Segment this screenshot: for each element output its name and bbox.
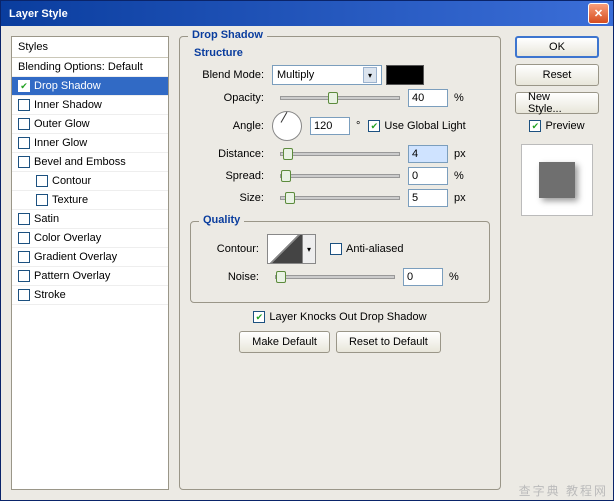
noise-label: Noise: [201, 271, 267, 283]
checkbox-icon[interactable] [18, 118, 30, 130]
angle-unit: ° [356, 120, 360, 132]
quality-fieldset: Quality Contour: ▾ Anti-aliased [190, 221, 490, 303]
preview-swatch [539, 162, 575, 198]
sidebar-item-color-overlay[interactable]: Color Overlay [12, 229, 168, 248]
styles-sidebar: Styles Blending Options: Default ✔ Drop … [11, 36, 169, 490]
shadow-color-swatch[interactable] [386, 65, 424, 85]
global-light-checkbox[interactable]: ✔ Use Global Light [368, 120, 465, 132]
sidebar-item-outer-glow[interactable]: Outer Glow [12, 115, 168, 134]
close-button[interactable]: ✕ [588, 3, 609, 24]
checkbox-icon[interactable] [18, 270, 30, 282]
noise-slider[interactable] [275, 275, 395, 279]
checkbox-icon[interactable] [18, 232, 30, 244]
knockout-row: ✔ Layer Knocks Out Drop Shadow [190, 311, 490, 323]
sidebar-item-gradient-overlay[interactable]: Gradient Overlay [12, 248, 168, 267]
layer-style-window: Layer Style ✕ Styles Blending Options: D… [0, 0, 614, 501]
make-default-button[interactable]: Make Default [239, 331, 330, 353]
sidebar-item-bevel-emboss[interactable]: Bevel and Emboss [12, 153, 168, 172]
main-panel: Drop Shadow Structure Blend Mode: Multip… [179, 36, 501, 490]
checkbox-icon[interactable] [18, 137, 30, 149]
angle-label: Angle: [190, 120, 272, 132]
new-style-button[interactable]: New Style... [515, 92, 599, 114]
angle-dial[interactable] [272, 111, 302, 141]
checkbox-icon[interactable] [18, 156, 30, 168]
distance-unit: px [454, 148, 466, 160]
distance-row: Distance: 4 px [190, 145, 490, 163]
size-unit: px [454, 192, 466, 204]
checkbox-icon[interactable] [36, 194, 48, 206]
checkbox-icon[interactable] [18, 213, 30, 225]
sidebar-header[interactable]: Styles [12, 37, 168, 58]
reset-button[interactable]: Reset [515, 64, 599, 86]
sidebar-item-contour[interactable]: Contour [12, 172, 168, 191]
checkbox-icon: ✔ [368, 120, 380, 132]
distance-input[interactable]: 4 [408, 145, 448, 163]
main-legend: Drop Shadow [188, 29, 267, 41]
checkbox-icon[interactable] [18, 251, 30, 263]
spread-row: Spread: 0 % [190, 167, 490, 185]
knockout-checkbox[interactable]: ✔ Layer Knocks Out Drop Shadow [253, 311, 426, 323]
opacity-unit: % [454, 92, 464, 104]
noise-row: Noise: 0 % [201, 268, 479, 286]
ok-button[interactable]: OK [515, 36, 599, 58]
window-title: Layer Style [5, 8, 588, 20]
distance-slider[interactable] [280, 152, 400, 156]
opacity-row: Opacity: 40 % [190, 89, 490, 107]
size-input[interactable]: 5 [408, 189, 448, 207]
antialiased-checkbox[interactable]: Anti-aliased [330, 243, 403, 255]
angle-row: Angle: 120 ° ✔ Use Global Light [190, 111, 490, 141]
chevron-down-icon: ▾ [303, 234, 316, 264]
size-slider[interactable] [280, 196, 400, 200]
opacity-input[interactable]: 40 [408, 89, 448, 107]
contour-swatch-icon [267, 234, 303, 264]
spread-label: Spread: [190, 170, 272, 182]
contour-row: Contour: ▾ Anti-aliased [201, 234, 479, 264]
distance-label: Distance: [190, 148, 272, 160]
spread-unit: % [454, 170, 464, 182]
preview-box [521, 144, 593, 216]
quality-legend: Quality [199, 214, 244, 226]
default-buttons-row: Make Default Reset to Default [190, 331, 490, 353]
drop-shadow-fieldset: Drop Shadow Structure Blend Mode: Multip… [179, 36, 501, 490]
blendmode-row: Blend Mode: Multiply ▾ [190, 65, 490, 85]
close-icon: ✕ [594, 7, 603, 20]
sidebar-item-inner-shadow[interactable]: Inner Shadow [12, 96, 168, 115]
checkbox-icon [330, 243, 342, 255]
chevron-down-icon: ▾ [363, 67, 377, 83]
opacity-slider[interactable] [280, 96, 400, 100]
checkbox-icon: ✔ [253, 311, 265, 323]
window-body: Styles Blending Options: Default ✔ Drop … [1, 26, 613, 500]
angle-input[interactable]: 120 [310, 117, 350, 135]
sidebar-item-satin[interactable]: Satin [12, 210, 168, 229]
checkbox-icon[interactable]: ✔ [18, 80, 30, 92]
contour-label: Contour: [201, 243, 267, 255]
blendmode-select[interactable]: Multiply ▾ [272, 65, 382, 85]
size-row: Size: 5 px [190, 189, 490, 207]
sidebar-blending-options[interactable]: Blending Options: Default [12, 58, 168, 77]
checkbox-icon[interactable] [18, 289, 30, 301]
watermark-text: 查字典 教程网 [519, 482, 608, 499]
titlebar: Layer Style ✕ [1, 1, 613, 26]
reset-default-button[interactable]: Reset to Default [336, 331, 441, 353]
preview-checkbox[interactable]: ✔ Preview [529, 120, 584, 132]
checkbox-icon: ✔ [529, 120, 541, 132]
opacity-label: Opacity: [190, 92, 272, 104]
sidebar-item-texture[interactable]: Texture [12, 191, 168, 210]
sidebar-item-drop-shadow[interactable]: ✔ Drop Shadow [12, 77, 168, 96]
structure-legend: Structure [194, 47, 490, 59]
right-column: OK Reset New Style... ✔ Preview [511, 36, 603, 490]
noise-input[interactable]: 0 [403, 268, 443, 286]
sidebar-item-inner-glow[interactable]: Inner Glow [12, 134, 168, 153]
checkbox-icon[interactable] [18, 99, 30, 111]
spread-input[interactable]: 0 [408, 167, 448, 185]
contour-picker[interactable]: ▾ [267, 234, 316, 264]
checkbox-icon[interactable] [36, 175, 48, 187]
blendmode-label: Blend Mode: [190, 69, 272, 81]
size-label: Size: [190, 192, 272, 204]
sidebar-item-pattern-overlay[interactable]: Pattern Overlay [12, 267, 168, 286]
spread-slider[interactable] [280, 174, 400, 178]
sidebar-item-stroke[interactable]: Stroke [12, 286, 168, 305]
noise-unit: % [449, 271, 459, 283]
